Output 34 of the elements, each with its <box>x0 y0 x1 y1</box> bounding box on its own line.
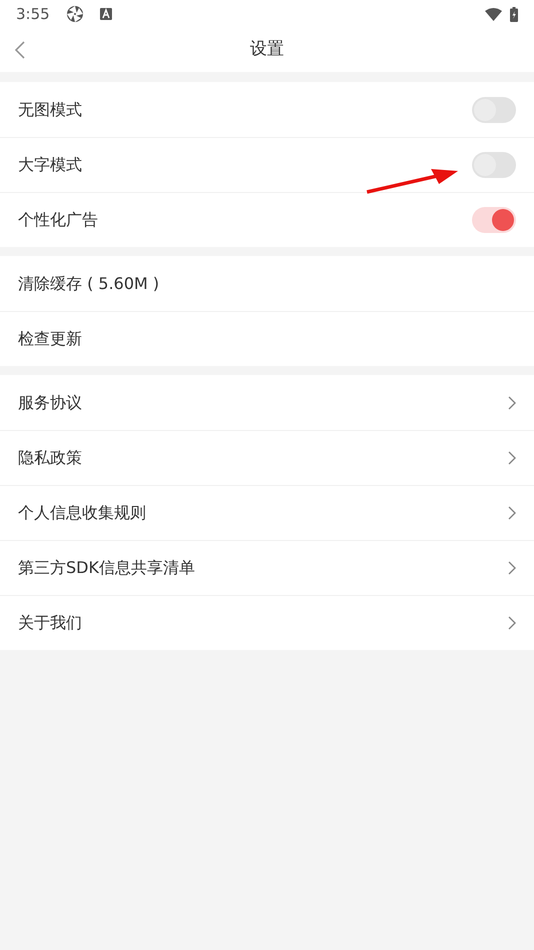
row-label: 大字模式 <box>18 154 82 176</box>
row-label: 清除缓存 ( 5.60M ) <box>18 272 160 294</box>
chevron-right-icon <box>508 561 516 575</box>
battery-icon <box>510 6 518 22</box>
row-label: 无图模式 <box>18 98 82 120</box>
chevron-right-icon <box>508 506 516 520</box>
settings-row[interactable]: 服务协议 <box>0 375 534 430</box>
settings-row[interactable]: 个人信息收集规则 <box>0 485 534 540</box>
a-icon <box>100 8 112 20</box>
row-label: 关于我们 <box>18 612 82 634</box>
settings-row[interactable]: 关于我们 <box>0 595 534 650</box>
wifi-icon <box>485 8 502 20</box>
settings-row[interactable]: 第三方SDK信息共享清单 <box>0 540 534 595</box>
settings-row[interactable]: 清除缓存 ( 5.60M ) <box>0 256 534 311</box>
settings-row[interactable]: 个性化广告 <box>0 192 534 247</box>
toggle-switch[interactable] <box>472 207 516 233</box>
settings-row[interactable]: 隐私政策 <box>0 430 534 485</box>
row-label: 个人信息收集规则 <box>18 502 146 524</box>
status-time: 3:55 <box>16 4 50 25</box>
aperture-icon <box>66 5 84 23</box>
row-label: 隐私政策 <box>18 447 82 469</box>
row-label: 第三方SDK信息共享清单 <box>18 557 195 579</box>
page-title: 设置 <box>250 38 284 62</box>
toggle-switch[interactable] <box>472 96 516 122</box>
chevron-right-icon <box>508 396 516 410</box>
toggle-switch[interactable] <box>472 152 516 178</box>
chevron-right-icon <box>508 616 516 630</box>
row-label: 检查更新 <box>18 328 82 350</box>
row-label: 个性化广告 <box>18 209 98 231</box>
settings-row[interactable]: 无图模式 <box>0 82 534 137</box>
settings-row[interactable]: 检查更新 <box>0 311 534 366</box>
chevron-right-icon <box>508 451 516 465</box>
back-icon[interactable] <box>14 40 26 60</box>
row-label: 服务协议 <box>18 392 82 414</box>
